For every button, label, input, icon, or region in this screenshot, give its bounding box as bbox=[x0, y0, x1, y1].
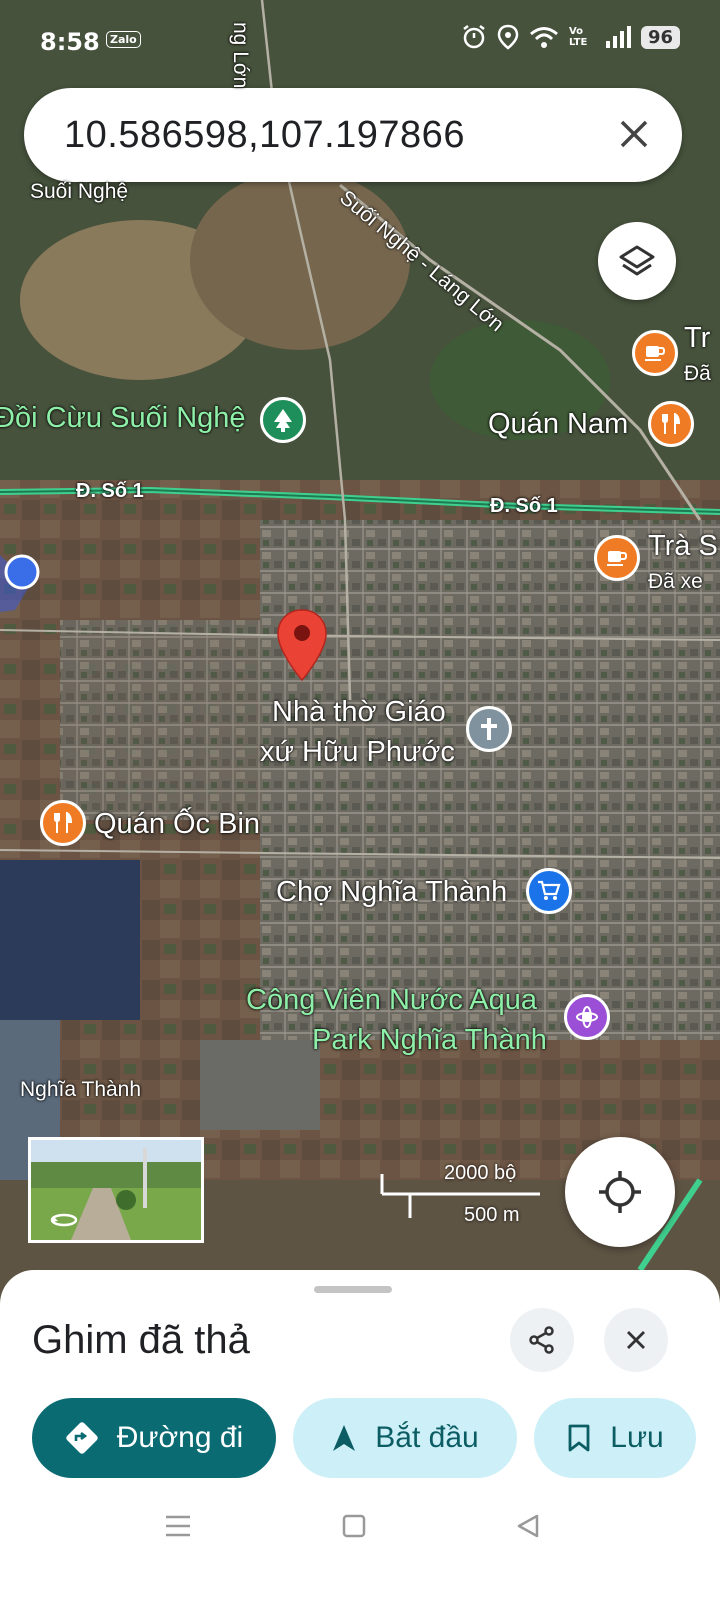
rotate-360-icon bbox=[50, 1213, 78, 1227]
layers-button[interactable] bbox=[598, 222, 676, 300]
dropped-pin-icon[interactable] bbox=[276, 608, 328, 682]
signal-icon bbox=[605, 26, 631, 48]
park-poi-icon[interactable] bbox=[260, 397, 306, 443]
status-time: 8:58 bbox=[40, 28, 100, 56]
start-navigation-button[interactable]: Bắt đầu bbox=[293, 1398, 517, 1478]
back-triangle-icon bbox=[517, 1514, 539, 1538]
place-label-tr-top[interactable]: Tr bbox=[684, 322, 710, 355]
place-label-quan-nam[interactable]: Quán Nam bbox=[488, 408, 628, 441]
close-sheet-button[interactable] bbox=[604, 1308, 668, 1372]
close-icon bbox=[627, 1331, 645, 1349]
layers-icon bbox=[619, 245, 655, 276]
fork-knife-icon bbox=[54, 812, 73, 833]
directions-button[interactable]: Đường đi bbox=[32, 1398, 276, 1478]
my-location-button[interactable] bbox=[565, 1137, 675, 1247]
place-label-nghia-thanh[interactable]: Nghĩa Thành bbox=[20, 1078, 141, 1102]
zalo-notification-icon: Zalo bbox=[106, 31, 141, 48]
directions-label: Đường đi bbox=[116, 1421, 244, 1454]
recent-apps-button[interactable] bbox=[158, 1506, 198, 1546]
home-button[interactable] bbox=[334, 1506, 374, 1546]
bookmark-icon bbox=[568, 1424, 590, 1452]
crosshair-icon bbox=[599, 1171, 641, 1213]
place-label-cho-nghia-thanh[interactable]: Chợ Nghĩa Thành bbox=[276, 876, 507, 909]
wifi-icon bbox=[529, 27, 558, 48]
amusement-icon bbox=[576, 1006, 598, 1028]
location-status-icon bbox=[497, 24, 519, 50]
share-icon bbox=[529, 1326, 554, 1354]
search-bar[interactable]: 10.586598,107.197866 bbox=[24, 88, 682, 182]
back-button[interactable] bbox=[508, 1506, 548, 1546]
cross-icon bbox=[481, 718, 497, 740]
save-button[interactable]: Lưu bbox=[534, 1398, 696, 1478]
cafe-poi-icon[interactable] bbox=[594, 535, 640, 581]
place-label-cong-vien-line1[interactable]: Công Viên Nước Aqua bbox=[246, 984, 537, 1017]
market-poi-icon[interactable] bbox=[526, 868, 572, 914]
place-bottom-sheet[interactable]: Ghim đã thả Đường đi Bắt đầu Lưu bbox=[0, 1270, 720, 1600]
battery-level: 96 bbox=[640, 25, 680, 49]
shopping-cart-icon bbox=[538, 880, 561, 900]
road-label-top: ng Lớn bbox=[229, 22, 252, 89]
volte-icon: Vo LTE bbox=[568, 26, 588, 48]
road-label-d-so-1-left: Đ. Số 1 bbox=[76, 480, 144, 502]
directions-icon bbox=[66, 1422, 98, 1454]
sheet-drag-handle[interactable] bbox=[314, 1286, 392, 1293]
street-view-thumbnail[interactable] bbox=[28, 1137, 204, 1243]
clear-search-icon[interactable] bbox=[616, 116, 652, 152]
map-scale: 2000 bộ 500 m bbox=[380, 1162, 550, 1232]
fork-knife-icon bbox=[662, 413, 681, 434]
place-label-church-line2[interactable]: xứ Hữu Phước bbox=[260, 736, 455, 769]
navigation-arrow-icon bbox=[333, 1425, 356, 1451]
search-query[interactable]: 10.586598,107.197866 bbox=[64, 114, 465, 157]
status-icons: Vo LTE 96 bbox=[461, 24, 680, 50]
water-park-poi-icon[interactable] bbox=[564, 994, 610, 1040]
scale-bar-lines bbox=[380, 1174, 540, 1218]
place-label-tra-s-sub: Đã xe bbox=[648, 570, 703, 593]
menu-lines-icon bbox=[166, 1515, 190, 1537]
alarm-icon bbox=[463, 25, 485, 49]
place-label-tra-s[interactable]: Trà S bbox=[648, 530, 718, 563]
square-home-icon bbox=[342, 1514, 366, 1538]
share-button[interactable] bbox=[510, 1308, 574, 1372]
place-label-tr-top-sub: Đã bbox=[684, 362, 711, 385]
sheet-title: Ghim đã thả bbox=[32, 1318, 250, 1362]
place-label-suoi-nghe[interactable]: Suối Nghệ bbox=[30, 180, 128, 204]
restaurant-poi-icon-oc-bin[interactable] bbox=[40, 800, 86, 846]
status-bar: 8:58 Zalo Vo LTE 96 bbox=[0, 0, 720, 80]
save-label: Lưu bbox=[610, 1421, 664, 1454]
place-label-quan-oc-bin[interactable]: Quán Ốc Bin bbox=[94, 808, 260, 841]
coffee-cup-icon bbox=[607, 551, 628, 566]
place-label-doi-cuu[interactable]: Đồi Cừu Suối Nghệ bbox=[0, 402, 246, 435]
restaurant-poi-icon[interactable] bbox=[648, 401, 694, 447]
start-label: Bắt đầu bbox=[375, 1421, 479, 1454]
road-label-d-so-1-right: Đ. Số 1 bbox=[490, 495, 558, 517]
place-label-cong-vien-line2[interactable]: Park Nghĩa Thành bbox=[312, 1024, 547, 1057]
cafe-poi-icon-top[interactable] bbox=[632, 330, 678, 376]
tree-icon bbox=[274, 409, 292, 432]
church-poi-icon[interactable] bbox=[466, 706, 512, 752]
coffee-cup-icon bbox=[645, 346, 666, 361]
place-label-church-line1[interactable]: Nhà thờ Giáo bbox=[272, 696, 446, 729]
